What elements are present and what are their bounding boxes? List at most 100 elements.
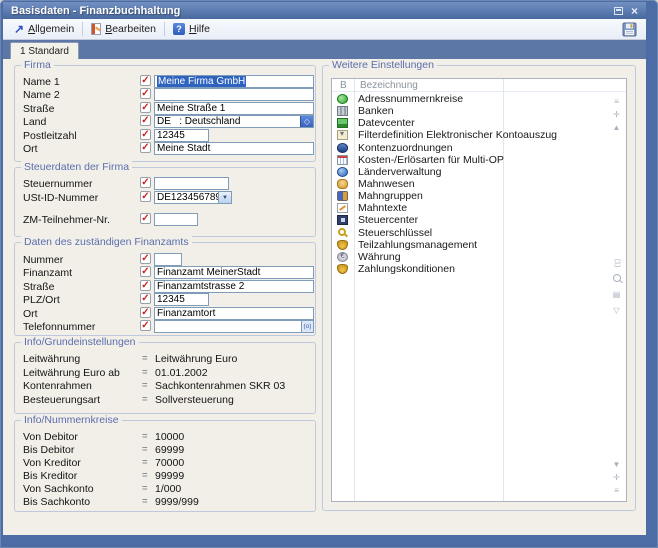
- checked-icon[interactable]: ✓: [140, 280, 151, 291]
- checked-icon[interactable]: ✓: [140, 177, 151, 188]
- fa-strasse-input[interactable]: Finanzamtstrasse 2: [154, 280, 314, 293]
- field-value: Meine Straße 1: [157, 103, 225, 114]
- name2-input[interactable]: [154, 88, 314, 101]
- finanzamt-input[interactable]: Finanzamt MeinerStadt: [154, 266, 314, 279]
- list-item[interactable]: Kosten-/Erlösarten für Multi-OP: [332, 154, 626, 166]
- page-up-icon[interactable]: ✛: [609, 108, 624, 121]
- plz-ort-input[interactable]: 12345: [154, 293, 209, 306]
- content-area: Firma Name 1✓Meine Firma GmbHName 2✓Stra…: [3, 59, 646, 535]
- menu-allgemein[interactable]: ↗Allgemein: [8, 21, 80, 38]
- help-icon: ?: [173, 23, 185, 35]
- scroll-top-icon[interactable]: ≡: [609, 95, 624, 108]
- checked-icon[interactable]: ✓: [140, 320, 151, 331]
- checked-icon[interactable]: ✓: [140, 213, 151, 224]
- phone-dial-button[interactable]: (o): [301, 321, 313, 332]
- list-item[interactable]: Steuerschlüssel: [332, 227, 626, 239]
- list-item-label: Mahngruppen: [358, 190, 423, 202]
- list-item-label: Teilzahlungsmanagement: [358, 239, 477, 251]
- checked-icon[interactable]: ✓: [140, 88, 151, 99]
- restore-icon[interactable]: [614, 7, 623, 15]
- key-icon: [337, 228, 348, 238]
- checked-icon[interactable]: ✓: [140, 307, 151, 318]
- doc-pencil-icon: [337, 203, 348, 213]
- info-label: Bis Debitor: [23, 444, 74, 456]
- scroll-bottom-icon[interactable]: ≡: [609, 484, 624, 497]
- close-icon[interactable]: ×: [631, 5, 638, 17]
- info-row-bis-sachkonto: Bis Sachkonto=9999/999: [15, 495, 315, 508]
- list-item[interactable]: Zahlungskonditionen: [332, 263, 626, 275]
- menu-separator: [82, 22, 83, 36]
- list-item[interactable]: Filterdefinition Elektronischer Kontoaus…: [332, 129, 626, 141]
- field-value: 12345: [157, 294, 185, 305]
- checked-icon[interactable]: ✓: [140, 191, 151, 202]
- checked-icon[interactable]: ✓: [140, 293, 151, 304]
- equals-icon: =: [142, 444, 148, 455]
- menu-bearbeiten[interactable]: Bearbeiten: [85, 21, 162, 38]
- datev-icon: [337, 118, 348, 128]
- list-item-label: Datevcenter: [358, 117, 415, 129]
- field-row-ustid: USt-ID-Nummer✓DE123456789123▼: [15, 191, 315, 205]
- list-item[interactable]: Mahngruppen: [332, 190, 626, 202]
- list-item[interactable]: Mahnwesen: [332, 178, 626, 190]
- info-value: Leitwährung Euro: [155, 353, 237, 365]
- info-label: Leitwährung: [23, 353, 80, 365]
- info-value: 01.01.2002: [155, 367, 208, 379]
- strasse-input[interactable]: Meine Straße 1: [154, 102, 314, 115]
- nummer-input[interactable]: [154, 253, 182, 266]
- filter-icon[interactable]: ▽: [609, 303, 624, 319]
- field-label: Ort: [23, 308, 38, 320]
- list-item[interactable]: Währung: [332, 251, 626, 263]
- floppy-disk-icon: [622, 22, 637, 37]
- list-item-label: Steuerschlüssel: [358, 227, 432, 239]
- ustid-input[interactable]: DE123456789123▼: [154, 191, 232, 204]
- menu-hilfe[interactable]: ?Hilfe: [167, 21, 216, 38]
- step-down-icon[interactable]: ▼: [609, 458, 624, 471]
- field-row-name2: Name 2✓: [15, 88, 315, 101]
- info-row-besteuerungsart: Besteuerungsart=Sollversteuerung: [15, 393, 315, 407]
- tab-standard[interactable]: 1 Standard: [10, 42, 79, 59]
- zm-input[interactable]: [154, 213, 198, 226]
- count-icon[interactable]: (1): [609, 256, 625, 271]
- list-item[interactable]: Kontenzuordnungen: [332, 142, 626, 154]
- list-item[interactable]: Datevcenter: [332, 117, 626, 129]
- lookup-button[interactable]: ◇: [300, 116, 313, 127]
- postleitzahl-input[interactable]: 12345: [154, 129, 209, 142]
- group-info-nummernkreise: Info/Nummernkreise Von Debitor=10000Bis …: [14, 420, 316, 512]
- save-button[interactable]: [622, 22, 637, 37]
- filter-doc-icon: [337, 130, 348, 140]
- list-item[interactable]: Mahntexte: [332, 202, 626, 214]
- search-icon[interactable]: [612, 273, 622, 285]
- checked-icon[interactable]: ✓: [140, 142, 151, 153]
- list-item[interactable]: Adressnummernkreise: [332, 93, 626, 105]
- list-item[interactable]: Länderverwaltung: [332, 166, 626, 178]
- list-item[interactable]: Teilzahlungsmanagement: [332, 239, 626, 251]
- field-row-zm: ZM-Teilnehmer-Nr.✓: [15, 213, 315, 227]
- titlebar[interactable]: Basisdaten - Finanzbuchhaltung ×: [3, 2, 646, 19]
- grid-icon[interactable]: ▤: [609, 287, 624, 303]
- field-row-steuernummer: Steuernummer✓: [15, 177, 315, 191]
- list-item[interactable]: Banken: [332, 105, 626, 117]
- fa-ort-input[interactable]: Finanzamtort: [154, 307, 314, 320]
- checked-icon[interactable]: ✓: [140, 129, 151, 140]
- field-label: Finanzamt: [23, 267, 72, 279]
- list-item-label: Adressnummernkreise: [358, 93, 463, 105]
- field-label: Nummer: [23, 254, 63, 266]
- checked-icon[interactable]: ✓: [140, 102, 151, 113]
- land-input[interactable]: DE : Deutschland◇: [154, 115, 314, 128]
- titlebar-buttons: ×: [614, 5, 638, 17]
- checked-icon[interactable]: ✓: [140, 266, 151, 277]
- list-item[interactable]: Steuercenter: [332, 214, 626, 226]
- dropdown-button[interactable]: ▼: [218, 192, 231, 203]
- step-up-icon[interactable]: ▲: [609, 121, 624, 134]
- checked-icon[interactable]: ✓: [140, 75, 151, 86]
- name1-input[interactable]: Meine Firma GmbH: [154, 75, 314, 88]
- checked-icon[interactable]: ✓: [140, 253, 151, 264]
- ort-input[interactable]: Meine Stadt: [154, 142, 314, 155]
- checked-icon[interactable]: ✓: [140, 115, 151, 126]
- equals-icon: =: [142, 367, 148, 378]
- page-down-icon[interactable]: ✛: [609, 471, 624, 484]
- steuernummer-input[interactable]: [154, 177, 229, 190]
- telefonnummer-input[interactable]: (o): [154, 320, 314, 333]
- field-value: Finanzamt MeinerStadt: [157, 267, 260, 278]
- group-info-grundeinstellungen: Info/Grundeinstellungen Leitwährung=Leit…: [14, 342, 316, 414]
